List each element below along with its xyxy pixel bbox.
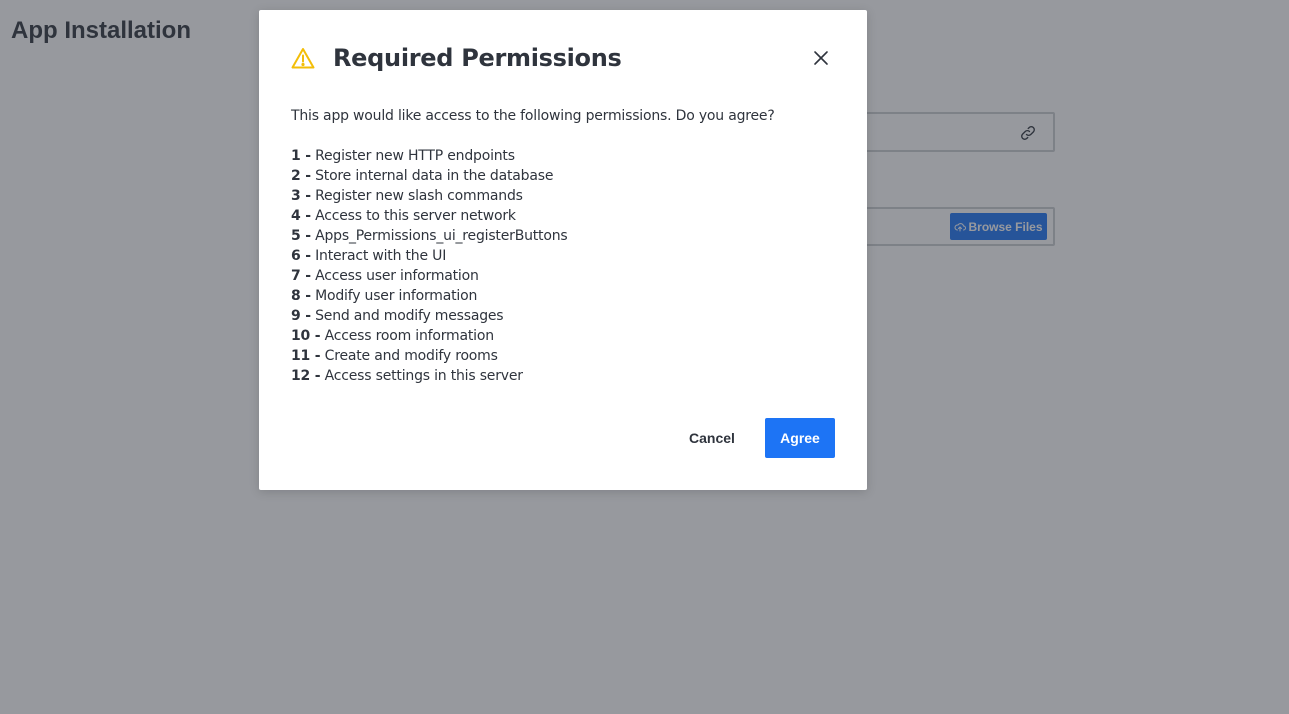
list-item: 2 - Store internal data in the database bbox=[291, 166, 567, 186]
list-item: 5 - Apps_Permissions_ui_registerButtons bbox=[291, 226, 568, 246]
app-installation-page: App Installation Browse Files Required P… bbox=[0, 0, 1289, 714]
cancel-button[interactable]: Cancel bbox=[673, 418, 751, 458]
list-item: 3 - Register new slash commands bbox=[291, 186, 567, 206]
permission-label: Access room information bbox=[324, 328, 494, 344]
permission-number: 3 - bbox=[291, 188, 311, 204]
permission-label: Register new HTTP endpoints bbox=[315, 148, 515, 164]
list-item: 4 - Access to this server network bbox=[291, 206, 567, 226]
permissions-list: 1 - Register new HTTP endpoints 2 - Stor… bbox=[291, 146, 568, 386]
permission-label: Apps_Permissions_ui_registerButtons bbox=[315, 228, 568, 244]
list-item: 12 - Access settings in this server bbox=[291, 366, 567, 386]
list-item: 6 - Interact with the UI bbox=[291, 246, 567, 266]
list-item: 11 - Create and modify rooms bbox=[291, 346, 567, 366]
permission-number: 2 - bbox=[291, 168, 311, 184]
list-item: 10 - Access room information bbox=[291, 326, 567, 346]
permission-label: Access user information bbox=[315, 268, 479, 284]
agree-button[interactable]: Agree bbox=[765, 418, 835, 458]
permission-number: 1 - bbox=[291, 148, 311, 164]
permission-number: 4 - bbox=[291, 208, 311, 224]
list-item: 7 - Access user information bbox=[291, 266, 567, 286]
permission-label: Create and modify rooms bbox=[324, 348, 498, 364]
permission-label: Access to this server network bbox=[315, 208, 516, 224]
permission-number: 10 - bbox=[291, 328, 321, 344]
permission-number: 8 - bbox=[291, 288, 311, 304]
permission-number: 5 - bbox=[291, 228, 311, 244]
permission-label: Access settings in this server bbox=[324, 368, 523, 384]
permission-number: 11 - bbox=[291, 348, 321, 364]
permission-label: Interact with the UI bbox=[315, 248, 447, 264]
modal-title: Required Permissions bbox=[333, 44, 622, 72]
permission-label: Register new slash commands bbox=[315, 188, 523, 204]
permission-number: 6 - bbox=[291, 248, 311, 264]
permission-label: Send and modify messages bbox=[315, 308, 504, 324]
list-item: 1 - Register new HTTP endpoints bbox=[291, 146, 567, 166]
list-item: 8 - Modify user information bbox=[291, 286, 567, 306]
warning-icon bbox=[291, 48, 315, 69]
permission-label: Store internal data in the database bbox=[315, 168, 554, 184]
permission-number: 7 - bbox=[291, 268, 311, 284]
modal-header: Required Permissions bbox=[291, 44, 622, 72]
permission-number: 9 - bbox=[291, 308, 311, 324]
permission-label: Modify user information bbox=[315, 288, 478, 304]
modal-intro-text: This app would like access to the follow… bbox=[291, 108, 775, 124]
permissions-modal: Required Permissions This app would like… bbox=[259, 10, 867, 490]
close-button[interactable] bbox=[811, 48, 831, 68]
list-item: 9 - Send and modify messages bbox=[291, 306, 567, 326]
permission-number: 12 - bbox=[291, 368, 321, 384]
close-icon bbox=[814, 51, 828, 65]
